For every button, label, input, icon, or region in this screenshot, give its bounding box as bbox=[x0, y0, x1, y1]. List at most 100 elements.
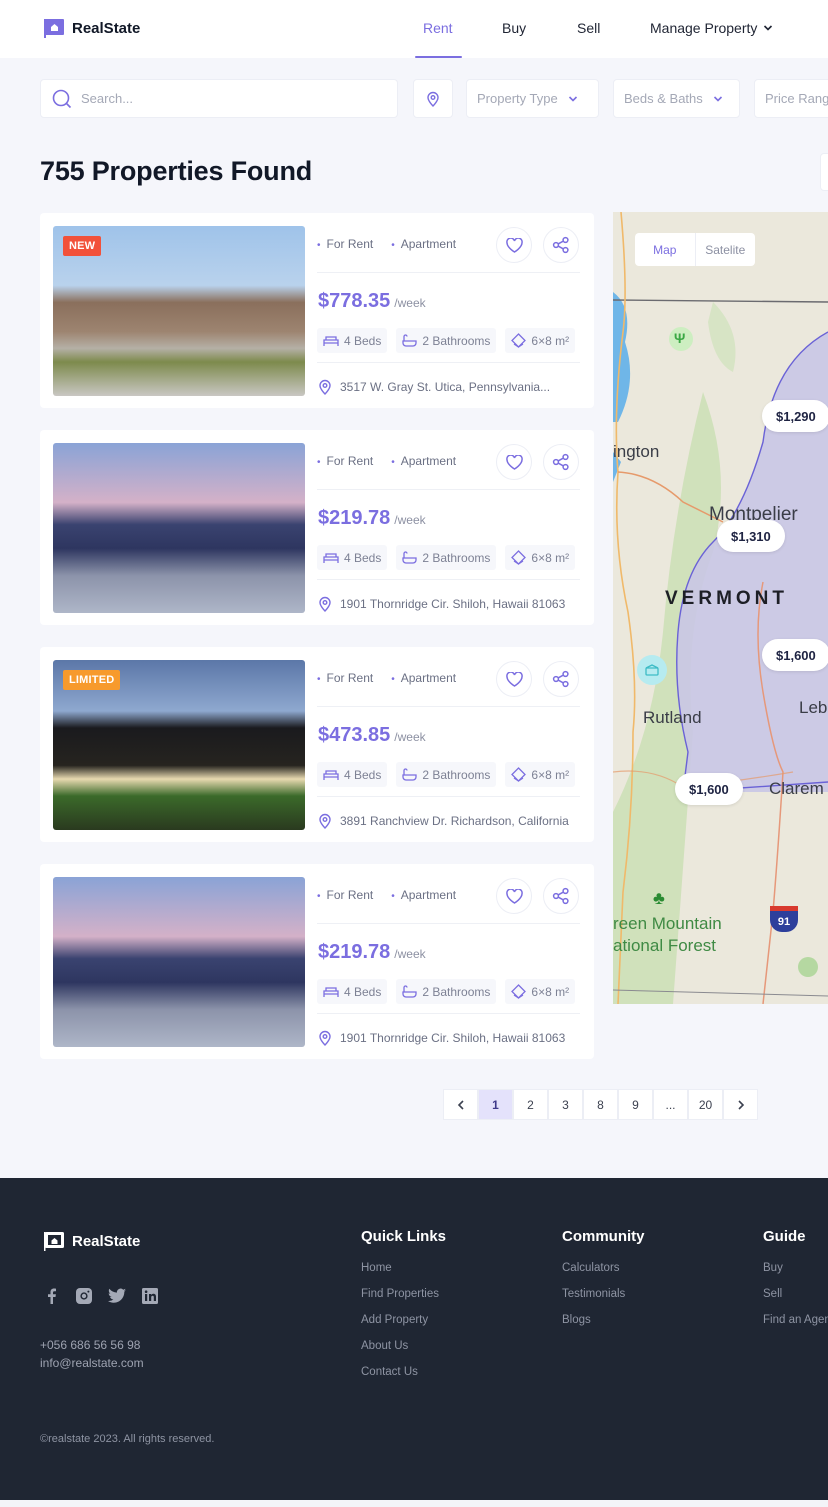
page-button[interactable]: 20 bbox=[688, 1089, 723, 1120]
house-logo-icon bbox=[44, 1232, 64, 1251]
footer-column-title: Community bbox=[562, 1228, 645, 1245]
nav-sell[interactable]: Sell bbox=[577, 20, 600, 36]
area-icon bbox=[511, 333, 527, 348]
property-features: 4 Beds 2 Bathrooms 6×8 m² bbox=[317, 545, 576, 570]
search-input[interactable]: Search... bbox=[40, 79, 398, 118]
page-button[interactable]: 8 bbox=[583, 1089, 618, 1120]
museum-marker-icon[interactable] bbox=[637, 655, 667, 685]
page-bottom-edge bbox=[0, 1500, 828, 1507]
page-button[interactable]: 2 bbox=[513, 1089, 548, 1120]
footer-link-contact-us[interactable]: Contact Us bbox=[361, 1366, 446, 1378]
page-button[interactable]: 1 bbox=[478, 1089, 513, 1120]
page-button[interactable]: 3 bbox=[548, 1089, 583, 1120]
footer-link-add-property[interactable]: Add Property bbox=[361, 1314, 446, 1326]
instagram-icon[interactable] bbox=[75, 1287, 93, 1305]
footer-link-about-us[interactable]: About Us bbox=[361, 1340, 446, 1352]
beds-count: 4 Beds bbox=[344, 550, 382, 565]
map-toggle-map[interactable]: Map bbox=[635, 233, 696, 266]
property-card[interactable]: NEW For Rent Apartment $778.35/week 4 Beds 2 … bbox=[40, 213, 594, 408]
price-pin[interactable]: $1,290 bbox=[762, 400, 828, 432]
bed-icon bbox=[323, 986, 339, 998]
price-period: /week bbox=[394, 947, 426, 961]
property-card[interactable]: LIMITED For Rent Apartment $473.85/week 4 Be… bbox=[40, 647, 594, 842]
address-text: 1901 Thornridge Cir. Shiloh, Hawaii 8106… bbox=[340, 1031, 566, 1045]
map-label-forest-line1: reen Mountain bbox=[613, 914, 722, 933]
brand-logo[interactable]: RealState bbox=[43, 17, 140, 39]
pagination-prev-button[interactable] bbox=[443, 1089, 478, 1120]
property-photo[interactable] bbox=[53, 443, 305, 613]
heart-icon bbox=[505, 671, 523, 687]
footer-brand-logo[interactable]: RealState bbox=[43, 1230, 140, 1252]
property-tags: For Rent Apartment bbox=[317, 888, 457, 902]
share-button[interactable] bbox=[543, 227, 579, 263]
property-tags: For Rent Apartment bbox=[317, 454, 457, 468]
map-view[interactable]: Map Satelite Ψ ington Montpelier VERMONT… bbox=[613, 212, 828, 1004]
filter-bar: Search... Property Type Beds & Baths Pri… bbox=[0, 79, 828, 119]
map-toggle-satellite[interactable]: Satelite bbox=[696, 233, 756, 266]
footer-link-home[interactable]: Home bbox=[361, 1262, 446, 1274]
page-ellipsis: ... bbox=[653, 1089, 688, 1120]
property-photo[interactable]: NEW bbox=[53, 226, 305, 396]
footer-link-calculators[interactable]: Calculators bbox=[562, 1262, 645, 1274]
favorite-button[interactable] bbox=[496, 444, 532, 480]
divider bbox=[317, 706, 580, 707]
page-button[interactable]: 9 bbox=[618, 1089, 653, 1120]
map-pin-icon bbox=[318, 379, 332, 395]
baths-count: 2 Bathrooms bbox=[422, 550, 491, 565]
search-placeholder: Search... bbox=[81, 91, 134, 106]
price-period: /week bbox=[394, 730, 426, 744]
nav-buy[interactable]: Buy bbox=[502, 20, 526, 36]
nav-manage-property[interactable]: Manage Property bbox=[650, 20, 773, 36]
property-type: Apartment bbox=[391, 671, 456, 685]
pagination-next-button[interactable] bbox=[723, 1089, 758, 1120]
beds-feature: 4 Beds bbox=[317, 545, 388, 570]
price-pin[interactable]: $1,600 bbox=[762, 639, 828, 671]
price-range-label: Price Range bbox=[765, 91, 828, 106]
chevron-left-icon bbox=[457, 1099, 464, 1110]
property-card[interactable]: For Rent Apartment $219.78/week 4 Beds 2 Bat… bbox=[40, 864, 594, 1059]
footer-column-title: Guide bbox=[763, 1228, 806, 1245]
address-text: 1901 Thornridge Cir. Shiloh, Hawaii 8106… bbox=[340, 597, 566, 611]
footer-link-sell[interactable]: Sell bbox=[763, 1288, 828, 1300]
footer-link-find-properties[interactable]: Find Properties bbox=[361, 1288, 446, 1300]
price-pin[interactable]: $1,310 bbox=[717, 520, 785, 552]
nav-rent[interactable]: Rent bbox=[423, 20, 453, 36]
property-photo[interactable]: LIMITED bbox=[53, 660, 305, 830]
linkedin-icon[interactable] bbox=[141, 1287, 159, 1305]
favorite-button[interactable] bbox=[496, 227, 532, 263]
footer-phone[interactable]: +056 686 56 56 98 bbox=[40, 1336, 144, 1354]
baths-feature: 2 Bathrooms bbox=[396, 979, 497, 1004]
favorite-button[interactable] bbox=[496, 661, 532, 697]
share-button[interactable] bbox=[543, 878, 579, 914]
twitter-icon[interactable] bbox=[107, 1287, 127, 1305]
restaurant-marker-icon[interactable]: Ψ bbox=[674, 330, 685, 346]
footer-email[interactable]: info@realstate.com bbox=[40, 1354, 144, 1372]
baths-count: 2 Bathrooms bbox=[422, 984, 491, 999]
property-type-select[interactable]: Property Type bbox=[466, 79, 599, 118]
footer-link-testimonials[interactable]: Testimonials bbox=[562, 1288, 645, 1300]
favorite-button[interactable] bbox=[496, 878, 532, 914]
price-range-select[interactable]: Price Range bbox=[754, 79, 828, 118]
property-card[interactable]: For Rent Apartment $219.78/week 4 Beds 2 Bat… bbox=[40, 430, 594, 625]
facebook-icon[interactable] bbox=[43, 1287, 61, 1305]
listing-status: For Rent bbox=[317, 454, 374, 468]
map-label-claremont: Clarem bbox=[769, 779, 824, 798]
share-icon bbox=[552, 887, 570, 905]
area-size: 6×8 m² bbox=[531, 767, 570, 782]
sort-select[interactable] bbox=[820, 153, 828, 191]
footer-link-buy[interactable]: Buy bbox=[763, 1262, 828, 1274]
share-button[interactable] bbox=[543, 444, 579, 480]
divider bbox=[317, 489, 580, 490]
share-button[interactable] bbox=[543, 661, 579, 697]
beds-feature: 4 Beds bbox=[317, 328, 388, 353]
footer-link-find-agent[interactable]: Find an Agent bbox=[763, 1314, 828, 1326]
price-pin[interactable]: $1,600 bbox=[675, 773, 743, 805]
property-photo[interactable] bbox=[53, 877, 305, 1047]
copyright-text: ©realstate 2023. All rights reserved. bbox=[40, 1433, 215, 1445]
footer-link-blogs[interactable]: Blogs bbox=[562, 1314, 645, 1326]
location-button[interactable] bbox=[413, 79, 453, 118]
property-badge: LIMITED bbox=[63, 670, 121, 690]
footer-column-quick-links: Quick Links Home Find Properties Add Pro… bbox=[361, 1228, 446, 1392]
map-pin-icon bbox=[318, 596, 332, 612]
beds-baths-select[interactable]: Beds & Baths bbox=[613, 79, 740, 118]
